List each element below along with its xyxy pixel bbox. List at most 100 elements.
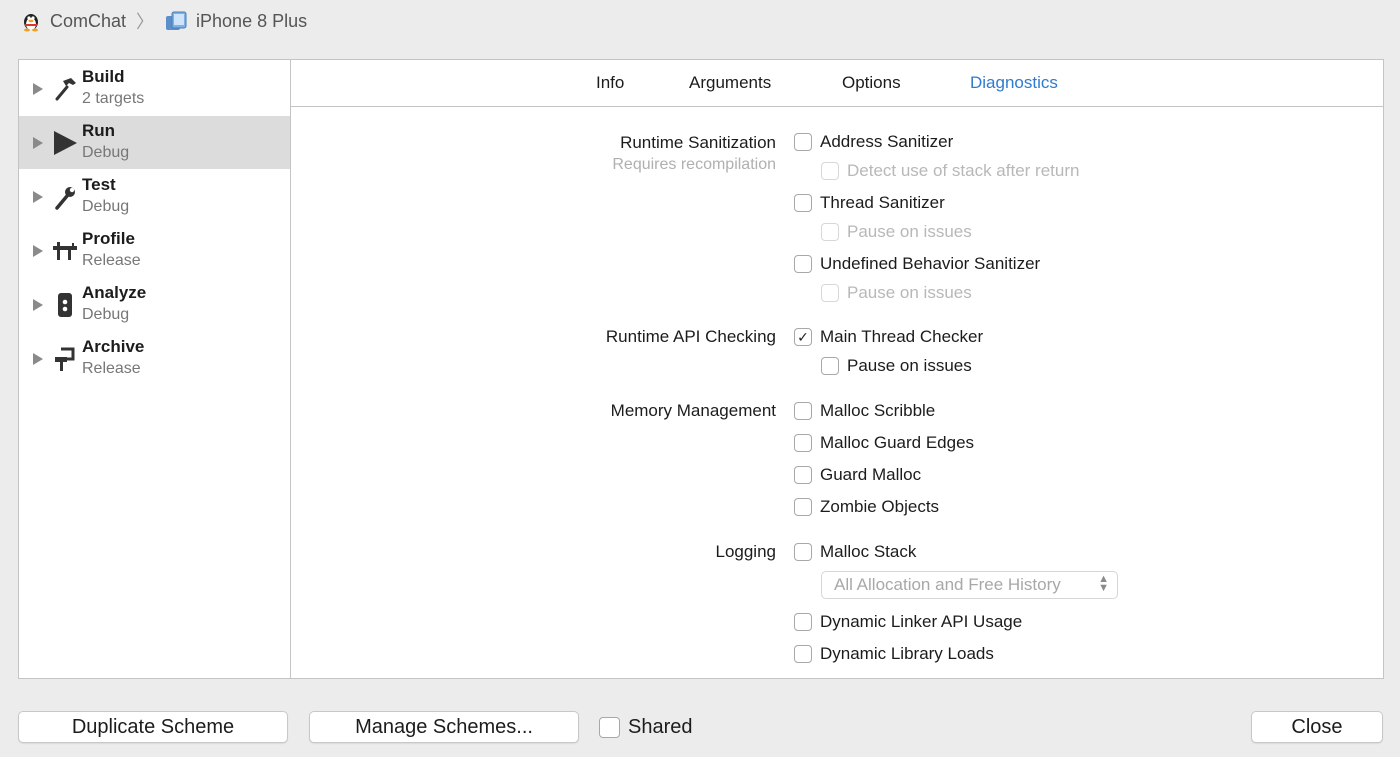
malloc-scribble-checkbox[interactable]: Malloc Scribble: [794, 401, 935, 421]
destination-crumb[interactable]: iPhone 8 Plus: [164, 10, 307, 32]
manage-schemes-button[interactable]: Manage Schemes...: [309, 711, 579, 743]
option-label: Address Sanitizer: [820, 132, 954, 151]
breadcrumb: ComChat 〉 iPhone 8 Plus: [20, 8, 307, 34]
checkbox-box[interactable]: ✓: [794, 328, 812, 346]
main-thread-checker-checkbox[interactable]: ✓ Main Thread Checker: [794, 327, 983, 347]
requires-recompilation-note: Requires recompilation: [612, 156, 776, 173]
duplicate-scheme-button[interactable]: Duplicate Scheme: [18, 711, 288, 743]
action-sub: Debug: [82, 144, 130, 161]
disclosure-triangle-icon[interactable]: [33, 190, 43, 203]
ub-sanitizer-pause-checkbox[interactable]: Pause on issues: [821, 283, 972, 303]
action-name: Profile: [82, 229, 135, 248]
action-sub: 2 targets: [82, 90, 145, 107]
checkbox-box[interactable]: [821, 162, 839, 180]
sidebar-item-profile[interactable]: Profile Release: [19, 224, 290, 277]
thread-sanitizer-pause-checkbox[interactable]: Pause on issues: [821, 222, 972, 242]
shared-label: Shared: [628, 716, 693, 738]
disclosure-triangle-icon[interactable]: [33, 82, 43, 95]
checkbox-box[interactable]: [794, 402, 812, 420]
hammer-icon: [55, 77, 76, 100]
option-label: Zombie Objects: [820, 497, 940, 516]
chevron-updown-icon: ▲ ▼: [1098, 573, 1109, 594]
runtime-sanitization-label: Runtime Sanitization: [620, 133, 776, 152]
checkbox-box[interactable]: [821, 284, 839, 302]
tab-diagnostics[interactable]: Diagnostics: [970, 73, 1058, 93]
action-name: Run: [82, 121, 116, 140]
option-label: Detect use of stack after return: [847, 161, 1080, 180]
action-sub: Release: [82, 252, 141, 269]
action-name: Test: [82, 175, 116, 194]
action-name: Archive: [82, 337, 145, 356]
checkbox-box[interactable]: [794, 255, 812, 273]
analyze-icon: [58, 292, 72, 317]
option-label: Malloc Scribble: [820, 401, 936, 420]
shared-checkbox[interactable]: Shared: [599, 716, 693, 739]
guard-malloc-checkbox[interactable]: Guard Malloc: [794, 465, 921, 485]
destination-name: iPhone 8 Plus: [196, 10, 308, 31]
scheme-actions-sidebar: Build 2 targets Run Debug Test Debug Pro…: [19, 60, 291, 678]
option-label: Pause on issues: [847, 222, 972, 241]
address-sanitizer-checkbox[interactable]: Address Sanitizer: [794, 132, 953, 152]
sidebar-item-archive[interactable]: Archive Release: [19, 332, 290, 385]
checkbox-box[interactable]: [794, 466, 812, 484]
option-label: Malloc Guard Edges: [820, 433, 975, 452]
tab-bar: Info Arguments Options Diagnostics: [291, 60, 1383, 107]
sidebar-item-run[interactable]: Run Debug: [19, 116, 290, 169]
scheme-crumb[interactable]: ComChat: [20, 10, 126, 32]
option-label: Thread Sanitizer: [820, 193, 945, 212]
checkbox-box[interactable]: [794, 613, 812, 631]
checkbox-box[interactable]: [821, 357, 839, 375]
action-sub: Release: [82, 360, 141, 377]
checkbox-box[interactable]: [794, 133, 812, 151]
action-sub: Debug: [82, 198, 130, 215]
checkbox-box[interactable]: [794, 194, 812, 212]
main-thread-pause-checkbox[interactable]: Pause on issues: [821, 356, 972, 376]
archive-icon: [55, 347, 75, 371]
dynamic-library-loads-checkbox[interactable]: Dynamic Library Loads: [794, 644, 994, 664]
option-label: Pause on issues: [847, 356, 972, 375]
disclosure-triangle-icon[interactable]: [33, 298, 43, 311]
disclosure-triangle-icon[interactable]: [33, 244, 43, 257]
disclosure-triangle-icon[interactable]: [33, 352, 43, 365]
checkbox-box[interactable]: [794, 498, 812, 516]
option-label: Main Thread Checker: [820, 327, 984, 346]
thread-sanitizer-checkbox[interactable]: Thread Sanitizer: [794, 193, 945, 213]
sidebar-item-build[interactable]: Build 2 targets: [19, 62, 290, 115]
option-label: Undefined Behavior Sanitizer: [820, 254, 1041, 273]
malloc-stack-checkbox[interactable]: Malloc Stack: [794, 542, 916, 562]
detect-stack-after-return-checkbox[interactable]: Detect use of stack after return: [821, 161, 1079, 181]
device-icon: [166, 11, 187, 30]
checkbox-box[interactable]: [599, 717, 620, 738]
app-icon: [24, 14, 38, 32]
malloc-stack-mode-popup[interactable]: All Allocation and Free History ▲ ▼: [821, 571, 1118, 599]
tab-info[interactable]: Info: [596, 73, 624, 93]
breadcrumb-separator: 〉: [136, 12, 155, 32]
action-name: Analyze: [82, 283, 147, 302]
scheme-editor-panel: Build 2 targets Run Debug Test Debug Pro…: [18, 59, 1384, 679]
checkbox-box[interactable]: [821, 223, 839, 241]
zombie-objects-checkbox[interactable]: Zombie Objects: [794, 497, 939, 517]
checkbox-box[interactable]: [794, 434, 812, 452]
memory-management-label: Memory Management: [610, 401, 776, 420]
option-label: Dynamic Linker API Usage: [820, 612, 1023, 631]
logging-label: Logging: [715, 542, 776, 561]
close-button[interactable]: Close: [1251, 711, 1383, 743]
checkbox-box[interactable]: [794, 645, 812, 663]
action-sub: Debug: [82, 306, 130, 323]
scheme-content: Info Arguments Options Diagnostics Runti…: [291, 60, 1383, 678]
ub-sanitizer-checkbox[interactable]: Undefined Behavior Sanitizer: [794, 254, 1040, 274]
malloc-guard-edges-checkbox[interactable]: Malloc Guard Edges: [794, 433, 974, 453]
action-name: Build: [82, 67, 125, 86]
dynamic-linker-api-usage-checkbox[interactable]: Dynamic Linker API Usage: [794, 612, 1022, 632]
sidebar-item-analyze[interactable]: Analyze Debug: [19, 278, 290, 331]
caliper-icon: [53, 241, 77, 260]
tab-options[interactable]: Options: [842, 73, 901, 93]
option-label: Guard Malloc: [820, 465, 922, 484]
tab-arguments[interactable]: Arguments: [689, 73, 771, 93]
sidebar-item-test[interactable]: Test Debug: [19, 170, 290, 223]
runtime-api-checking-label: Runtime API Checking: [605, 327, 776, 346]
disclosure-triangle-icon[interactable]: [33, 136, 43, 149]
option-label: Pause on issues: [847, 283, 972, 302]
option-label: Malloc Stack: [820, 542, 917, 561]
checkbox-box[interactable]: [794, 543, 812, 561]
